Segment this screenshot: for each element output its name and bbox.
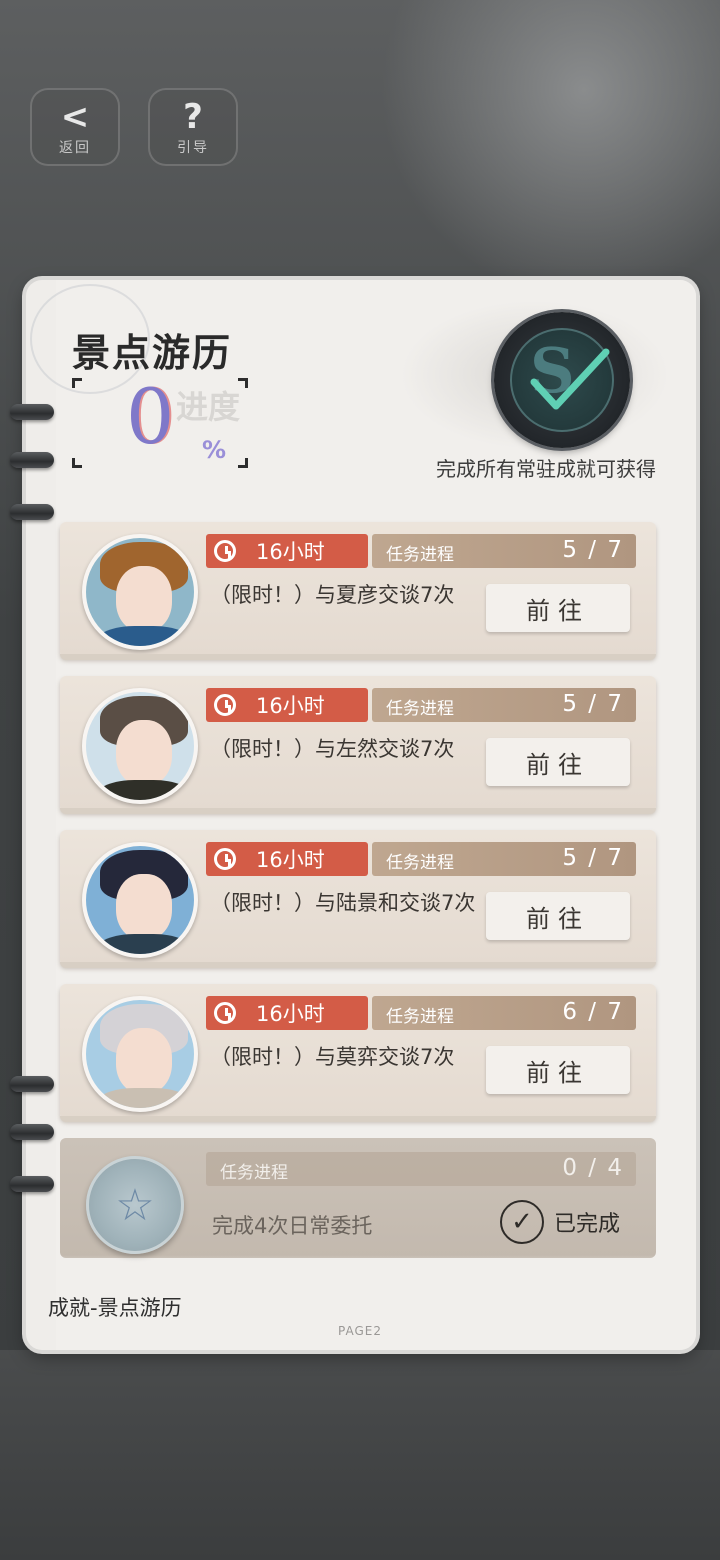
timer-badge: 16小时: [206, 534, 368, 568]
clock-icon: [214, 540, 236, 562]
avatar-body: [96, 1088, 192, 1108]
go-button[interactable]: 前往: [486, 584, 630, 632]
badge-check-icon: [530, 348, 610, 410]
avatar-face: [116, 566, 172, 632]
task-card: 16小时 任务进程 5 / 7 （限时！）与夏彦交谈7次 前往: [60, 522, 656, 660]
avatar-face: [116, 1028, 172, 1094]
task-description: （限时！）与莫弈交谈7次: [210, 1045, 455, 1069]
question-mark-icon: ?: [183, 97, 203, 137]
frame-corner: [238, 458, 248, 468]
task-progress-count: 6 / 7: [562, 999, 624, 1025]
avatar-body: [96, 626, 192, 646]
completed-status: ✓ 已完成: [500, 1200, 620, 1244]
page-title: 景点游历: [72, 331, 233, 375]
clock-icon: [214, 848, 236, 870]
task-progress-label: 任务进程: [386, 545, 454, 565]
check-circle-icon: ✓: [500, 1200, 544, 1244]
task-progress-bar: 任务进程 0 / 4: [206, 1152, 636, 1186]
task-progress-label: 任务进程: [386, 853, 454, 873]
overall-progress: 进度 0 %: [72, 372, 248, 468]
task-description: （限时！）与陆景和交谈7次: [210, 891, 476, 915]
task-card: 16小时 任务进程 6 / 7 （限时！）与莫弈交谈7次 前往: [60, 984, 656, 1122]
footer-title: 成就-景点游历: [48, 1296, 182, 1320]
task-progress-count: 0 / 4: [562, 1155, 624, 1181]
task-progress-label: 任务进程: [386, 1007, 454, 1027]
page-number: PAGE2: [338, 1324, 382, 1338]
achievement-badge[interactable]: S: [494, 312, 630, 448]
task-progress-bar: 任务进程 5 / 7: [372, 688, 636, 722]
completed-task-card: ☆ 任务进程 0 / 4 完成4次日常委托 ✓ 已完成: [60, 1138, 656, 1258]
background-blur: [380, 0, 720, 300]
go-button[interactable]: 前往: [486, 738, 630, 786]
back-button[interactable]: < 返回: [30, 88, 120, 166]
task-progress-bar: 任务进程 6 / 7: [372, 996, 636, 1030]
task-progress-bar: 任务进程 5 / 7: [372, 534, 636, 568]
timer-text: 16小时: [256, 540, 325, 564]
avatar-xiayan: [82, 534, 198, 650]
binder-ring: [10, 452, 54, 468]
timer-text: 16小时: [256, 848, 325, 872]
badge-caption: 完成所有常驻成就可获得: [436, 457, 656, 481]
avatar-face: [116, 874, 172, 940]
timer-text: 16小时: [256, 694, 325, 718]
binder-ring: [10, 404, 54, 420]
avatar-body: [96, 780, 192, 800]
task-progress-count: 5 / 7: [562, 537, 624, 563]
binder-ring: [10, 1076, 54, 1092]
back-label: 返回: [59, 140, 91, 156]
avatar-body: [96, 934, 192, 954]
back-arrow-icon: <: [60, 97, 90, 137]
guide-label: 引导: [177, 140, 209, 156]
frame-corner: [72, 378, 82, 388]
task-description: 完成4次日常委托: [212, 1214, 373, 1238]
background-bottom: [0, 1350, 720, 1560]
binder-ring: [10, 1124, 54, 1140]
progress-label: 进度: [176, 388, 241, 426]
avatar-zuoran: [82, 688, 198, 804]
timer-badge: 16小时: [206, 688, 368, 722]
avatar-moyi: [82, 996, 198, 1112]
binder-ring: [10, 1176, 54, 1192]
frame-corner: [72, 458, 82, 468]
clock-icon: [214, 694, 236, 716]
task-progress-count: 5 / 7: [562, 691, 624, 717]
percent-sign: %: [202, 436, 227, 464]
go-button[interactable]: 前往: [486, 892, 630, 940]
task-description: （限时！）与夏彦交谈7次: [210, 583, 455, 607]
go-button[interactable]: 前往: [486, 1046, 630, 1094]
avatar-face: [116, 720, 172, 786]
completed-label: 已完成: [554, 1212, 621, 1237]
clock-icon: [214, 1002, 236, 1024]
binder-ring: [10, 504, 54, 520]
task-progress-bar: 任务进程 5 / 7: [372, 842, 636, 876]
timer-badge: 16小时: [206, 842, 368, 876]
timer-badge: 16小时: [206, 996, 368, 1030]
task-progress-label: 任务进程: [386, 699, 454, 719]
task-card: 16小时 任务进程 5 / 7 （限时！）与陆景和交谈7次 前往: [60, 830, 656, 968]
list-fade: [56, 1255, 666, 1275]
task-description: （限时！）与左然交谈7次: [210, 737, 455, 761]
task-progress-label: 任务进程: [220, 1163, 288, 1183]
star-medal-icon: ☆: [86, 1156, 184, 1254]
task-progress-count: 5 / 7: [562, 845, 624, 871]
avatar-lujinghe: [82, 842, 198, 958]
timer-text: 16小时: [256, 1002, 325, 1026]
guide-button[interactable]: ? 引导: [148, 88, 238, 166]
progress-value: 0: [126, 372, 175, 461]
task-card: 16小时 任务进程 5 / 7 （限时！）与左然交谈7次 前往: [60, 676, 656, 814]
